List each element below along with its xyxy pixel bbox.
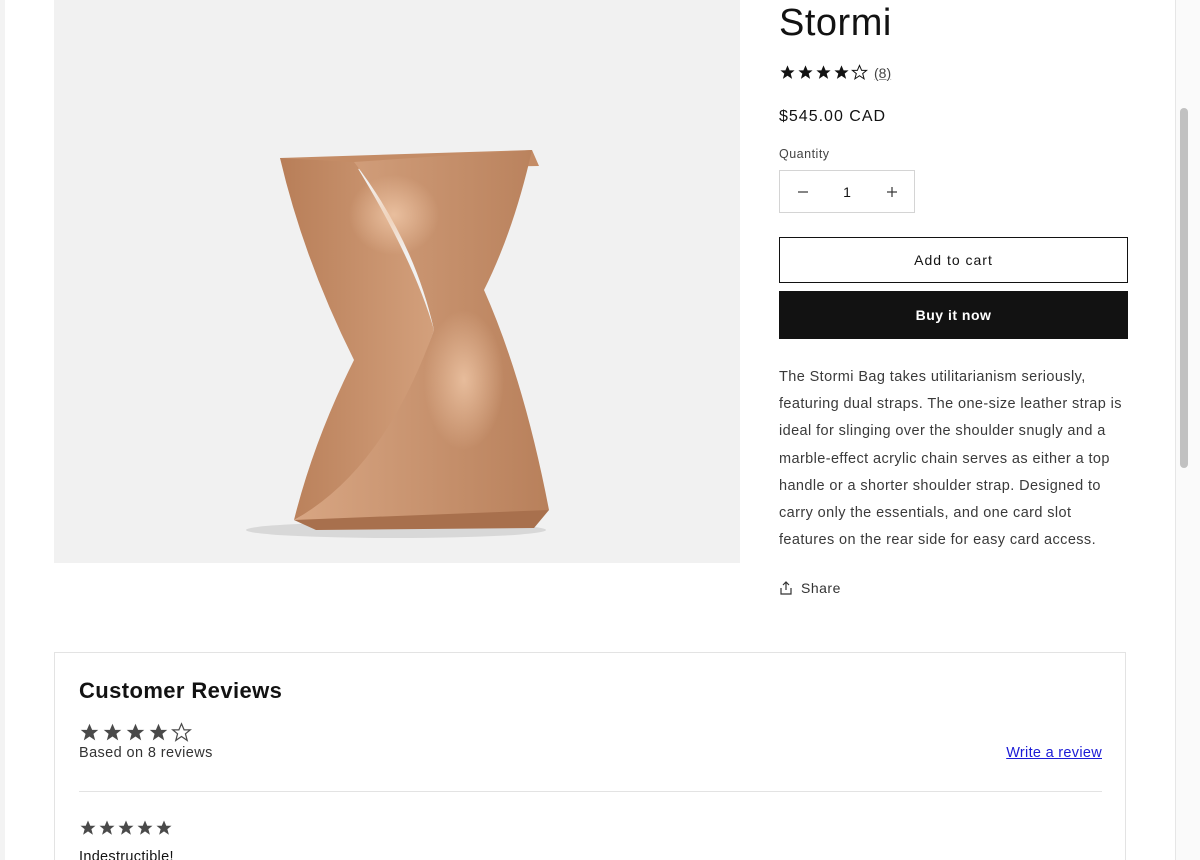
star-empty-icon bbox=[171, 722, 192, 742]
minus-icon bbox=[797, 190, 808, 193]
star-filled-icon bbox=[816, 65, 831, 79]
review-rating-stars bbox=[79, 819, 173, 837]
add-to-cart-button[interactable]: Add to cart bbox=[779, 237, 1128, 283]
share-label: Share bbox=[801, 580, 841, 596]
quantity-label: Quantity bbox=[779, 147, 830, 161]
star-filled-icon bbox=[149, 723, 168, 741]
star-filled-icon bbox=[103, 723, 122, 741]
rating-stars bbox=[779, 64, 868, 81]
quantity-stepper bbox=[779, 170, 915, 213]
share-button[interactable]: Share bbox=[779, 580, 841, 596]
customer-reviews-section: Customer Reviews Based on 8 reviews Writ… bbox=[54, 652, 1126, 860]
share-icon bbox=[780, 581, 792, 595]
scrollbar[interactable] bbox=[1175, 0, 1200, 860]
divider bbox=[79, 791, 1102, 792]
rating-count[interactable]: (8) bbox=[874, 65, 891, 81]
star-filled-icon bbox=[156, 820, 172, 835]
reviews-title: Customer Reviews bbox=[79, 678, 283, 703]
product-title: Stormi bbox=[779, 2, 892, 44]
average-rating-stars bbox=[79, 722, 192, 743]
quantity-input[interactable] bbox=[825, 183, 869, 200]
product-image[interactable] bbox=[54, 0, 740, 563]
product-description: The Stormi Bag takes utilitarianism seri… bbox=[779, 369, 1122, 549]
scrollbar-thumb[interactable] bbox=[1180, 108, 1188, 468]
product-rating[interactable]: (8) bbox=[779, 64, 891, 81]
star-filled-icon bbox=[834, 65, 849, 79]
reviews-count-text: Based on 8 reviews bbox=[79, 745, 213, 761]
star-filled-icon bbox=[80, 723, 99, 741]
star-filled-icon bbox=[126, 723, 145, 741]
product-page: Stormi (8) $545.00 CAD Quantity Add to c… bbox=[5, 0, 1175, 860]
star-filled-icon bbox=[798, 65, 813, 79]
decrease-quantity-button[interactable] bbox=[780, 171, 825, 212]
star-filled-icon bbox=[99, 820, 115, 835]
star-filled-icon bbox=[780, 65, 795, 79]
write-review-link[interactable]: Write a review bbox=[1006, 745, 1102, 761]
star-empty-icon bbox=[851, 64, 868, 81]
plus-icon bbox=[886, 186, 897, 197]
bag-illustration bbox=[246, 150, 549, 538]
review-title: Indestructible! bbox=[79, 849, 174, 860]
star-filled-icon bbox=[137, 820, 153, 835]
increase-quantity-button[interactable] bbox=[869, 171, 914, 212]
buy-now-button[interactable]: Buy it now bbox=[779, 291, 1128, 339]
star-filled-icon bbox=[118, 820, 134, 835]
product-price: $545.00 CAD bbox=[779, 108, 887, 125]
star-filled-icon bbox=[80, 820, 96, 835]
